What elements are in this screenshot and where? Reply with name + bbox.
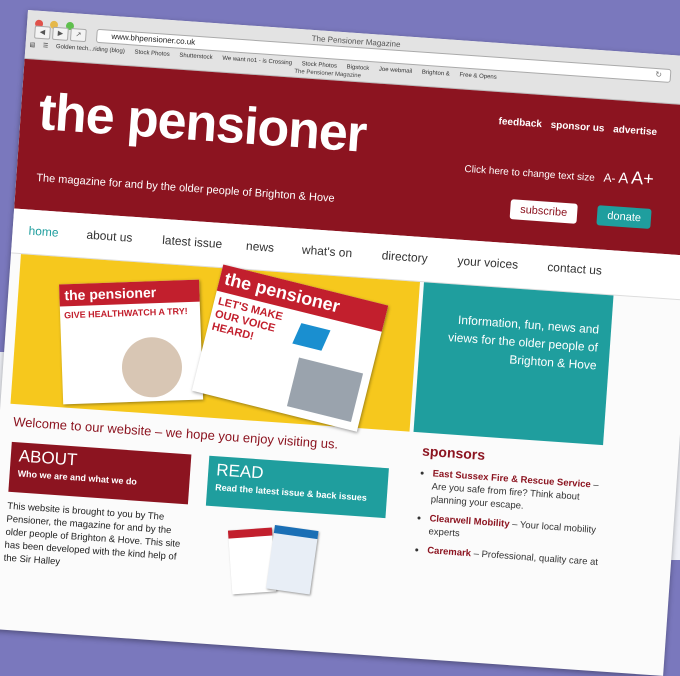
bookmark-item[interactable]: Free & Opens bbox=[459, 72, 497, 81]
cover1-photo bbox=[120, 336, 184, 399]
sponsor-link[interactable]: Caremark bbox=[427, 545, 472, 559]
bookmark-item[interactable]: Joe webmail bbox=[379, 67, 413, 75]
magazine-cover-1: the pensioner GIVE HEALTHWATCH A TRY! bbox=[59, 279, 204, 405]
url-text: www.bhpensioner.co.uk bbox=[111, 31, 196, 47]
bookmark-item[interactable]: Stock Photos bbox=[134, 50, 170, 58]
about-box[interactable]: ABOUT Who we are and what we do bbox=[8, 441, 192, 505]
sponsor-desc: – Professional, quality care at bbox=[470, 548, 599, 569]
text-size-label: Click here to change text size bbox=[464, 163, 596, 184]
nav-news[interactable]: news bbox=[246, 239, 275, 255]
share-icon[interactable]: ↗ bbox=[69, 28, 87, 43]
browser-window: The Pensioner Magazine ◀ ▶ ↗ www.bhpensi… bbox=[0, 10, 680, 676]
nav-home[interactable]: home bbox=[28, 224, 59, 240]
bookmark-item[interactable]: Golden tech...riding (blog) bbox=[56, 44, 125, 55]
cover2-photo bbox=[286, 357, 364, 423]
subscribe-button[interactable]: subscribe bbox=[509, 199, 578, 224]
nav-whats-on[interactable]: what's on bbox=[301, 243, 352, 260]
nav-directory[interactable]: directory bbox=[381, 248, 428, 265]
nav-latest-issue[interactable]: latest issue bbox=[162, 233, 223, 251]
about-text: This website is brought to you by The Pe… bbox=[3, 500, 181, 568]
bookmark-item[interactable]: We want no1 - is Crossing bbox=[222, 56, 292, 67]
magazine-cover-2: the pensioner LET'S MAKE OUR VOICE HEARD… bbox=[191, 264, 389, 432]
cover1-headline: GIVE HEALTHWATCH A TRY! bbox=[63, 306, 188, 321]
bookmark-item[interactable]: Brighton & bbox=[422, 70, 450, 78]
nav-contact-us[interactable]: contact us bbox=[547, 260, 603, 278]
forward-icon[interactable]: ▶ bbox=[51, 26, 69, 41]
sponsor-item: East Sussex Fire & Rescue Service – Are … bbox=[430, 467, 610, 518]
sponsors-heading: sponsors bbox=[421, 442, 486, 463]
sponsor-item: Clearwell Mobility – Your local mobility… bbox=[428, 512, 607, 550]
site-logo[interactable]: the pensioner bbox=[37, 82, 368, 165]
back-icon[interactable]: ◀ bbox=[34, 25, 51, 40]
text-size-large[interactable]: A+ bbox=[631, 168, 655, 190]
feedback-link[interactable]: feedback bbox=[498, 116, 542, 130]
reading-list-icon[interactable]: ▤ bbox=[29, 42, 35, 48]
bookmark-item[interactable]: Shutterstock bbox=[179, 53, 213, 61]
text-size-small[interactable]: A- bbox=[603, 171, 616, 186]
reload-icon[interactable]: ↻ bbox=[655, 69, 663, 81]
advertise-link[interactable]: advertise bbox=[613, 124, 658, 138]
sponsor-us-link[interactable]: sponsor us bbox=[550, 120, 605, 135]
text-size-control: Click here to change text size A- A A+ bbox=[464, 156, 655, 190]
hero-banner: the pensioner GIVE HEALTHWATCH A TRY! th… bbox=[10, 254, 420, 432]
nav-your-voices[interactable]: your voices bbox=[457, 254, 519, 272]
nav-about-us[interactable]: about us bbox=[86, 228, 133, 245]
read-box[interactable]: READ Read the latest issue & back issues bbox=[205, 455, 389, 519]
bookmark-item[interactable]: Bigstock bbox=[346, 64, 369, 72]
text-size-medium[interactable]: A bbox=[618, 170, 629, 188]
sponsors-list: East Sussex Fire & Rescue Service – Are … bbox=[415, 467, 611, 570]
bookmarks-icon[interactable]: ☰ bbox=[43, 43, 49, 49]
bookmark-item[interactable]: Stock Photos bbox=[301, 61, 337, 69]
hero-info-panel: Information, fun, news and views for the… bbox=[413, 282, 614, 446]
hero-info-text: Information, fun, news and views for the… bbox=[447, 312, 600, 373]
header-links: feedback sponsor us advertise bbox=[492, 116, 657, 138]
donate-button[interactable]: donate bbox=[596, 205, 652, 229]
back-issues-thumbnails[interactable] bbox=[227, 524, 322, 595]
site-tagline: The magazine for and by the older people… bbox=[35, 172, 336, 205]
sponsors-section: sponsors East Sussex Fire & Rescue Servi… bbox=[414, 443, 612, 576]
